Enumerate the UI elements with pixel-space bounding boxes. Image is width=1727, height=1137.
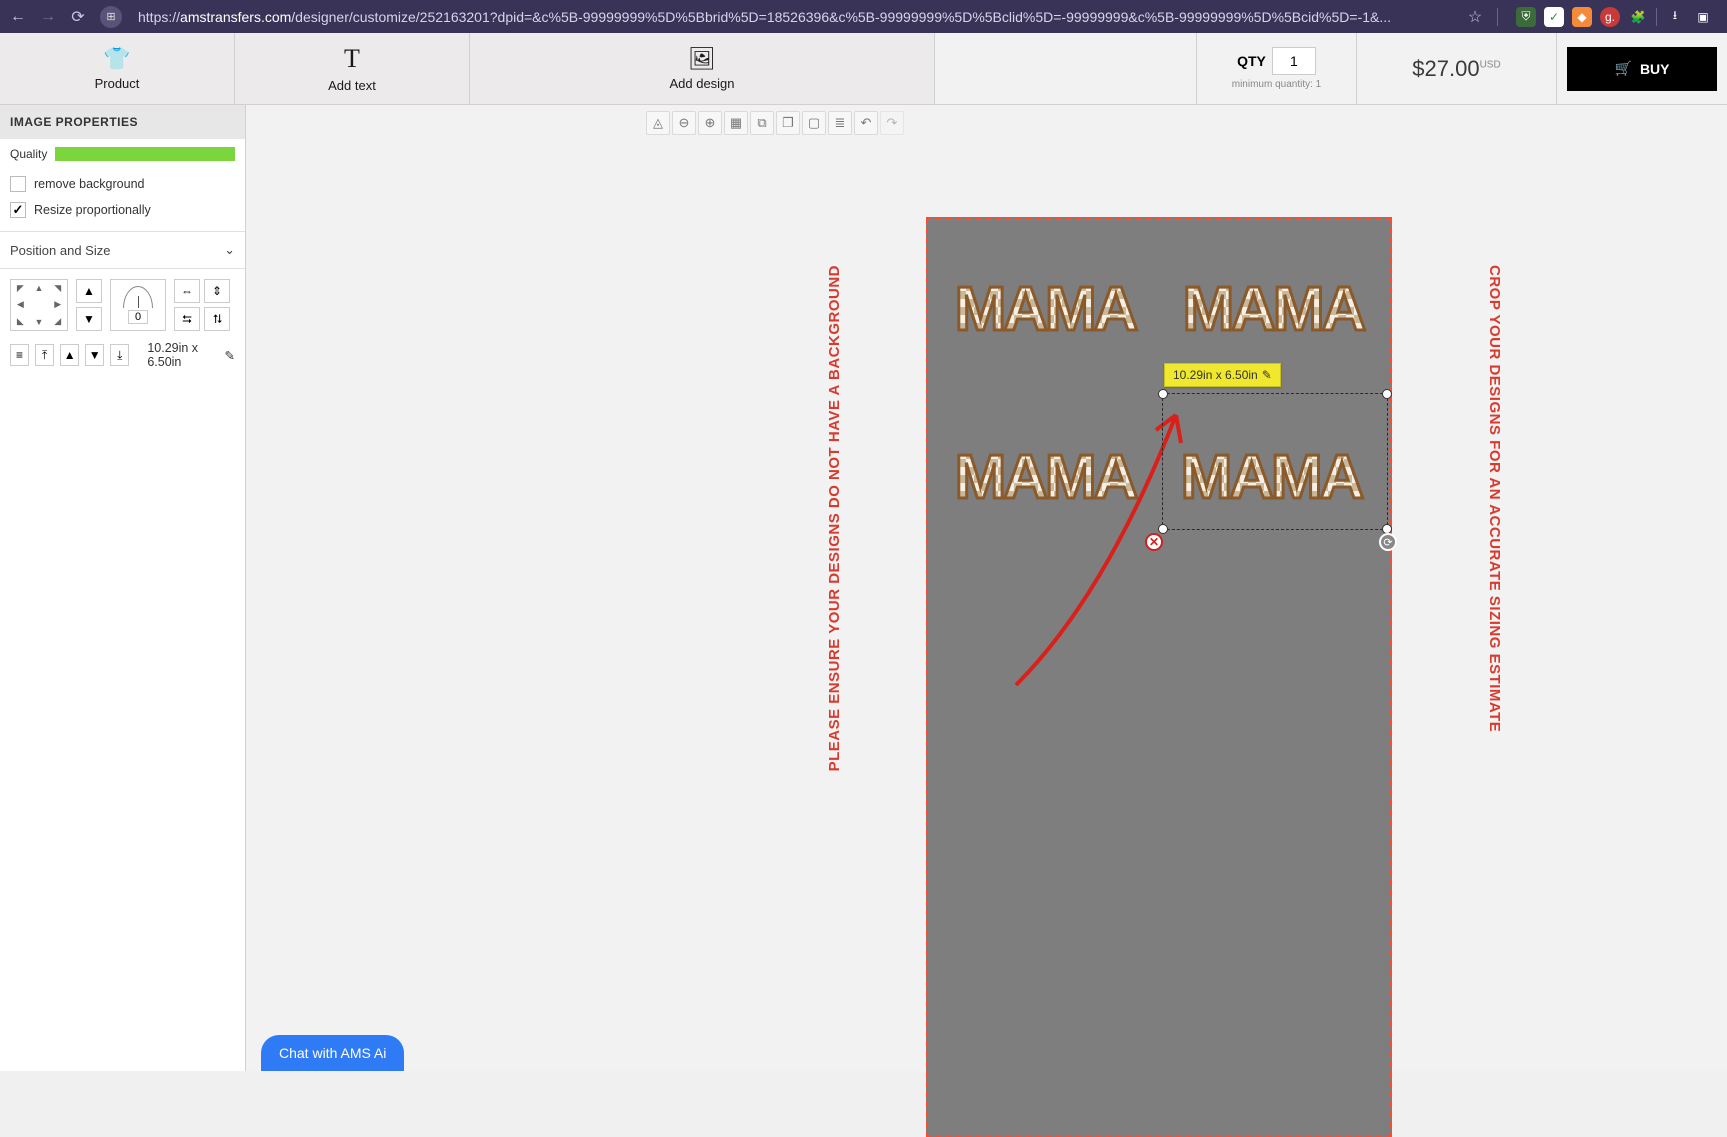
position-size-accordion[interactable]: Position and Size ⌄ bbox=[0, 231, 245, 269]
dimension-badge[interactable]: 10.29in x 6.50in ✎ bbox=[1164, 363, 1281, 387]
layers-button[interactable]: ≡ bbox=[10, 344, 29, 366]
left-warning-text: PLEASE ENSURE YOUR DESIGNS DO NOT HAVE A… bbox=[826, 265, 843, 771]
properties-sidebar: IMAGE PROPERTIES Quality remove backgrou… bbox=[0, 105, 246, 1071]
artboard[interactable]: MAMA MAMA MAMA MAMA MAMA bbox=[926, 217, 1392, 1137]
extensions-puzzle-icon[interactable]: 🧩 bbox=[1628, 7, 1648, 27]
copy-tool[interactable]: ❐ bbox=[776, 111, 800, 135]
rotate-handle[interactable]: ⟳ bbox=[1379, 533, 1397, 551]
buy-button[interactable]: 🛒 BUY bbox=[1567, 47, 1717, 91]
flip-vertical-button[interactable]: ⮁ bbox=[204, 307, 230, 331]
nudge-up-button[interactable]: ▲ bbox=[76, 279, 102, 303]
ext-check-icon[interactable]: ✓ bbox=[1544, 7, 1564, 27]
chat-widget-button[interactable]: Chat with AMS Ai bbox=[261, 1035, 404, 1071]
element-size-text[interactable]: 10.29in x 6.50in ✎ bbox=[147, 341, 235, 369]
min-qty-text: minimum quantity: 1 bbox=[1232, 79, 1321, 90]
chevron-down-icon: ⌄ bbox=[224, 242, 235, 258]
canvas-area[interactable]: ◬ ⊖ ⊕ ▦ ⧉ ❐ ▢ ≣ ↶ ↷ PLEASE ENSURE YOUR D… bbox=[246, 105, 1727, 1071]
checkbox-unchecked-icon bbox=[10, 176, 26, 192]
send-backward-button[interactable]: ▼ bbox=[85, 344, 104, 366]
bookmark-star-icon[interactable]: ☆ bbox=[1463, 5, 1487, 29]
center-vertical-button[interactable]: ⇕ bbox=[204, 279, 230, 303]
checkbox-checked-icon bbox=[10, 202, 26, 218]
ext-ublock-icon[interactable]: ⛨ bbox=[1516, 7, 1536, 27]
resize-handle-tr[interactable] bbox=[1382, 389, 1392, 399]
center-horizontal-button[interactable]: ⇔ bbox=[174, 279, 200, 303]
price-display: $27.00USD bbox=[1357, 33, 1557, 104]
product-button[interactable]: 👕 Product bbox=[0, 33, 235, 104]
back-button[interactable]: ← bbox=[6, 5, 30, 29]
svg-text:MAMA: MAMA bbox=[1183, 275, 1366, 344]
grid-tool[interactable]: ▦ bbox=[724, 111, 748, 135]
edit-icon: ✎ bbox=[1262, 368, 1272, 382]
resize-handle-bl[interactable] bbox=[1158, 524, 1168, 534]
quantity-box: QTY minimum quantity: 1 bbox=[1197, 33, 1357, 104]
qty-input[interactable] bbox=[1272, 47, 1316, 75]
design-instance[interactable]: MAMA bbox=[934, 411, 1156, 556]
redo-tool[interactable]: ↷ bbox=[880, 111, 904, 135]
app-toolbar: 👕 Product T Add text 🖼 Add design QTY mi… bbox=[0, 33, 1727, 105]
svg-text:MAMA: MAMA bbox=[955, 275, 1138, 344]
text-icon: T bbox=[344, 44, 360, 74]
svg-text:MAMA: MAMA bbox=[955, 443, 1138, 512]
cart-icon: 🛒 bbox=[1615, 60, 1632, 77]
ext-g-icon[interactable]: g. bbox=[1600, 7, 1620, 27]
panel-title: IMAGE PROPERTIES bbox=[0, 105, 245, 139]
zoom-out-tool[interactable]: ⊖ bbox=[672, 111, 696, 135]
mask-tool[interactable]: ▢ bbox=[802, 111, 826, 135]
qty-label: QTY bbox=[1237, 53, 1266, 69]
design-instance[interactable]: MAMA bbox=[934, 243, 1156, 388]
fill-tool[interactable]: ◬ bbox=[646, 111, 670, 135]
edit-size-icon: ✎ bbox=[225, 348, 235, 363]
flip-horizontal-button[interactable]: ⮀ bbox=[174, 307, 200, 331]
selection-bounding-box[interactable]: ✕ ⟳ bbox=[1162, 393, 1388, 530]
undo-tool[interactable]: ↶ bbox=[854, 111, 878, 135]
right-warning-text: CROP YOUR DESIGNS FOR AN ACCURATE SIZING… bbox=[1486, 265, 1503, 732]
add-text-button[interactable]: T Add text bbox=[235, 33, 470, 104]
tshirt-icon: 👕 bbox=[103, 46, 130, 72]
resize-proportionally-checkbox[interactable]: Resize proportionally bbox=[10, 197, 235, 223]
bring-front-button[interactable]: ⤒ bbox=[35, 344, 54, 366]
send-back-button[interactable]: ⤓ bbox=[110, 344, 129, 366]
rotation-dial[interactable]: 0 bbox=[110, 279, 166, 331]
download-icon[interactable]: ⭳ bbox=[1665, 7, 1685, 27]
ext-orange-icon[interactable]: ◆ bbox=[1572, 7, 1592, 27]
delete-element-button[interactable]: ✕ bbox=[1145, 533, 1163, 551]
site-info-icon[interactable]: ⊞ bbox=[100, 6, 122, 28]
forward-button[interactable]: → bbox=[36, 5, 60, 29]
address-bar[interactable]: https://amstransfers.com/designer/custom… bbox=[132, 9, 1457, 25]
resize-handle-tl[interactable] bbox=[1158, 389, 1168, 399]
bring-forward-button[interactable]: ▲ bbox=[60, 344, 79, 366]
browser-chrome: ← → ⟳ ⊞ https://amstransfers.com/designe… bbox=[0, 0, 1727, 33]
duplicate-tool[interactable]: ⧉ bbox=[750, 111, 774, 135]
remove-background-checkbox[interactable]: remove background bbox=[10, 171, 235, 197]
nudge-down-button[interactable]: ▼ bbox=[76, 307, 102, 331]
add-design-button[interactable]: 🖼 Add design bbox=[470, 33, 935, 104]
zoom-in-tool[interactable]: ⊕ bbox=[698, 111, 722, 135]
quality-meter bbox=[55, 147, 235, 161]
extensions-tray: ⛨ ✓ ◆ g. 🧩 ⭳ ▣ bbox=[1508, 7, 1721, 27]
canvas-mini-toolbar: ◬ ⊖ ⊕ ▦ ⧉ ❐ ▢ ≣ ↶ ↷ bbox=[646, 111, 904, 135]
quality-label: Quality bbox=[10, 147, 47, 161]
layers-tool[interactable]: ≣ bbox=[828, 111, 852, 135]
nudge-pad[interactable]: ◤▲◥ ◀▶ ◣▼◢ bbox=[10, 279, 68, 331]
image-icon: 🖼 bbox=[688, 46, 716, 72]
panel-toggle-icon[interactable]: ▣ bbox=[1693, 7, 1713, 27]
reload-button[interactable]: ⟳ bbox=[66, 5, 90, 29]
